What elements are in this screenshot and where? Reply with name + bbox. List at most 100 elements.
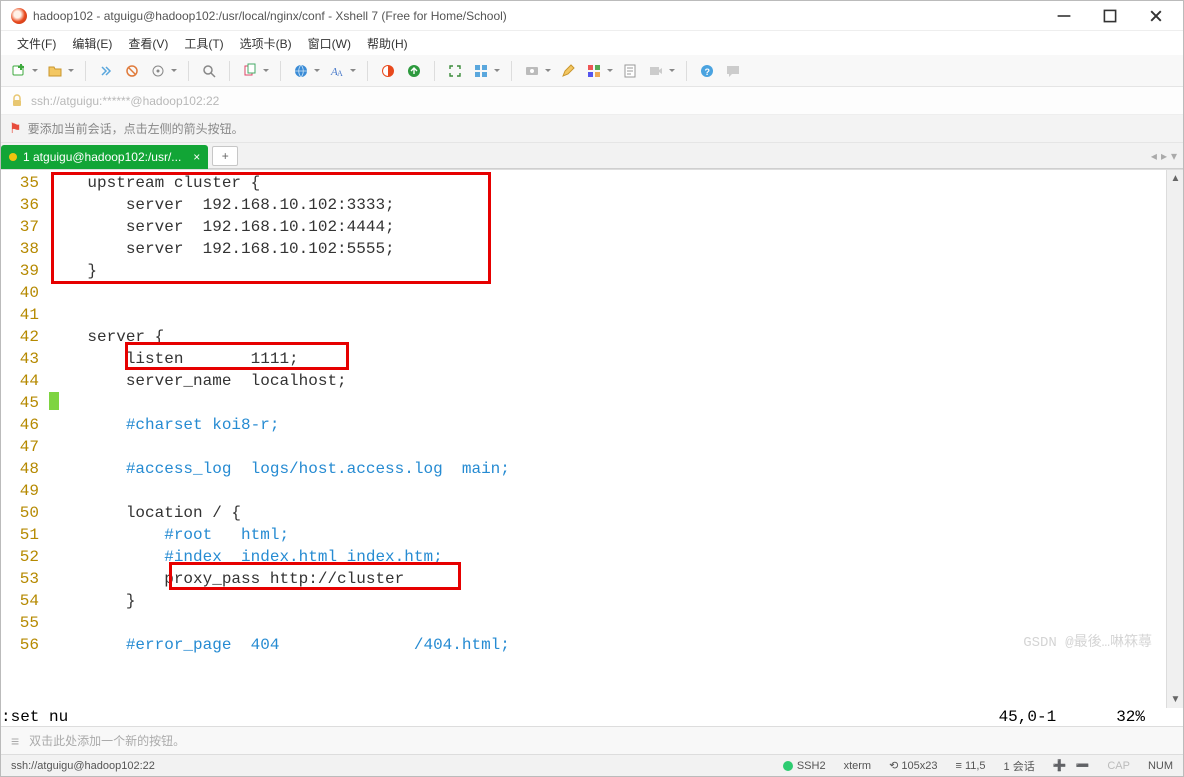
maximize-button[interactable]: [1087, 1, 1133, 31]
font-button[interactable]: AA: [325, 59, 349, 83]
menu-view[interactable]: 查看(V): [122, 33, 174, 54]
line-number: 53: [1, 568, 49, 590]
vim-status-line: :set nu 45,0-1 32%: [1, 708, 1183, 726]
line-number: 44: [1, 370, 49, 392]
menu-bar: 文件(F) 编辑(E) 查看(V) 工具(T) 选项卡(B) 窗口(W) 帮助(…: [1, 31, 1183, 55]
code-text: proxy_pass http://cluster: [49, 568, 404, 590]
code-text: server 192.168.10.102:3333;: [49, 194, 395, 216]
status-cursor: ≡ 11,5: [955, 760, 985, 772]
code-line: 41: [1, 304, 1166, 326]
code-text: #charset koi8-r;: [49, 414, 279, 436]
xagent-button[interactable]: [376, 59, 400, 83]
menu-edit[interactable]: 编辑(E): [66, 33, 118, 54]
code-line: 36 server 192.168.10.102:3333;: [1, 194, 1166, 216]
menu-tab[interactable]: 选项卡(B): [234, 33, 298, 54]
copy-button[interactable]: [238, 59, 262, 83]
lock-icon: [9, 93, 25, 109]
code-line: 35 upstream cluster {: [1, 172, 1166, 194]
code-text: upstream cluster {: [49, 172, 260, 194]
minimize-button[interactable]: [1041, 1, 1087, 31]
help-button[interactable]: ?: [695, 59, 719, 83]
code-text: }: [49, 590, 135, 612]
chat-button[interactable]: [721, 59, 745, 83]
properties-button[interactable]: [146, 59, 170, 83]
line-number: 54: [1, 590, 49, 612]
vim-percent: 32%: [1116, 708, 1145, 726]
search-button[interactable]: [197, 59, 221, 83]
toolbar: AA ?: [1, 55, 1183, 87]
hamburger-icon[interactable]: ≡: [11, 733, 19, 749]
record-button[interactable]: [644, 59, 668, 83]
scroll-up-icon[interactable]: ▲: [1167, 170, 1184, 187]
app-icon: [11, 8, 27, 24]
line-number: 40: [1, 282, 49, 304]
screenshot-button[interactable]: [520, 59, 544, 83]
globe-button[interactable]: [289, 59, 313, 83]
code-line: 40: [1, 282, 1166, 304]
status-plus-icon[interactable]: ➕: [1053, 760, 1067, 772]
line-number: 47: [1, 436, 49, 458]
tab-close-icon[interactable]: ×: [193, 150, 200, 164]
open-button[interactable]: [43, 59, 67, 83]
code-line: 48 #access_log logs/host.access.log main…: [1, 458, 1166, 480]
code-line: 52 #index index.html index.htm;: [1, 546, 1166, 568]
code-line: 56 #error_page 404 /404.html;: [1, 634, 1166, 656]
line-number: 50: [1, 502, 49, 524]
status-dot-icon: [783, 761, 793, 771]
reconnect-button[interactable]: [94, 59, 118, 83]
tab-next-icon[interactable]: ▸: [1161, 149, 1167, 163]
menu-window[interactable]: 窗口(W): [302, 33, 357, 54]
highlight-button[interactable]: [556, 59, 580, 83]
menu-tools[interactable]: 工具(T): [178, 33, 229, 54]
line-number: 48: [1, 458, 49, 480]
layout-button[interactable]: [469, 59, 493, 83]
menu-help[interactable]: 帮助(H): [361, 33, 414, 54]
tab-bar: 1 atguigu@hadoop102:/usr/... × + ◂ ▸ ▾: [1, 143, 1183, 169]
disconnect-button[interactable]: [120, 59, 144, 83]
code-line: 38 server 192.168.10.102:5555;: [1, 238, 1166, 260]
svg-text:A: A: [337, 69, 343, 78]
tab-list-icon[interactable]: ▾: [1171, 149, 1177, 163]
address-bar[interactable]: ssh://atguigu:******@hadoop102:22: [1, 87, 1183, 115]
status-minus-icon[interactable]: ➖: [1076, 760, 1090, 772]
code-line: 43 listen 1111;: [1, 348, 1166, 370]
line-number: 38: [1, 238, 49, 260]
cursor: [49, 392, 59, 410]
xftp-button[interactable]: [402, 59, 426, 83]
line-number: 45: [1, 392, 49, 414]
session-tab[interactable]: 1 atguigu@hadoop102:/usr/... ×: [1, 145, 208, 169]
code-line: 42 server {: [1, 326, 1166, 348]
status-host: ssh://atguigu@hadoop102:22: [11, 760, 155, 772]
new-session-button[interactable]: [7, 59, 31, 83]
svg-text:?: ?: [705, 67, 711, 77]
color-button[interactable]: [582, 59, 606, 83]
add-tab-button[interactable]: +: [212, 146, 238, 166]
terminal[interactable]: GSDN @最後…啉箖蕁 35 upstream cluster {36 ser…: [1, 170, 1166, 708]
line-number: 42: [1, 326, 49, 348]
status-term: xterm: [844, 760, 872, 772]
status-dot-icon: [9, 153, 17, 161]
close-button[interactable]: [1133, 1, 1179, 31]
code-line: 47: [1, 436, 1166, 458]
code-text: #error_page 404 /404.html;: [49, 634, 510, 656]
vim-cursor-pos: 45,0-1: [999, 708, 1057, 726]
scrollbar[interactable]: ▲ ▼: [1166, 170, 1183, 708]
code-line: 46 #charset koi8-r;: [1, 414, 1166, 436]
script-button[interactable]: [618, 59, 642, 83]
tab-prev-icon[interactable]: ◂: [1151, 149, 1157, 163]
code-text: server_name localhost;: [49, 370, 347, 392]
scroll-down-icon[interactable]: ▼: [1167, 691, 1184, 708]
quick-bar[interactable]: ≡ 双击此处添加一个新的按钮。: [1, 726, 1183, 754]
line-number: 35: [1, 172, 49, 194]
code-text: #access_log logs/host.access.log main;: [49, 458, 510, 480]
code-text: server {: [49, 326, 164, 348]
code-line: 45: [1, 392, 1166, 414]
quick-bar-hint: 双击此处添加一个新的按钮。: [29, 732, 185, 749]
code-line: 49: [1, 480, 1166, 502]
menu-file[interactable]: 文件(F): [11, 33, 62, 54]
line-number: 52: [1, 546, 49, 568]
code-text: server 192.168.10.102:5555;: [49, 238, 395, 260]
fullscreen-button[interactable]: [443, 59, 467, 83]
line-number: 51: [1, 524, 49, 546]
status-proto: SSH2: [783, 760, 826, 772]
